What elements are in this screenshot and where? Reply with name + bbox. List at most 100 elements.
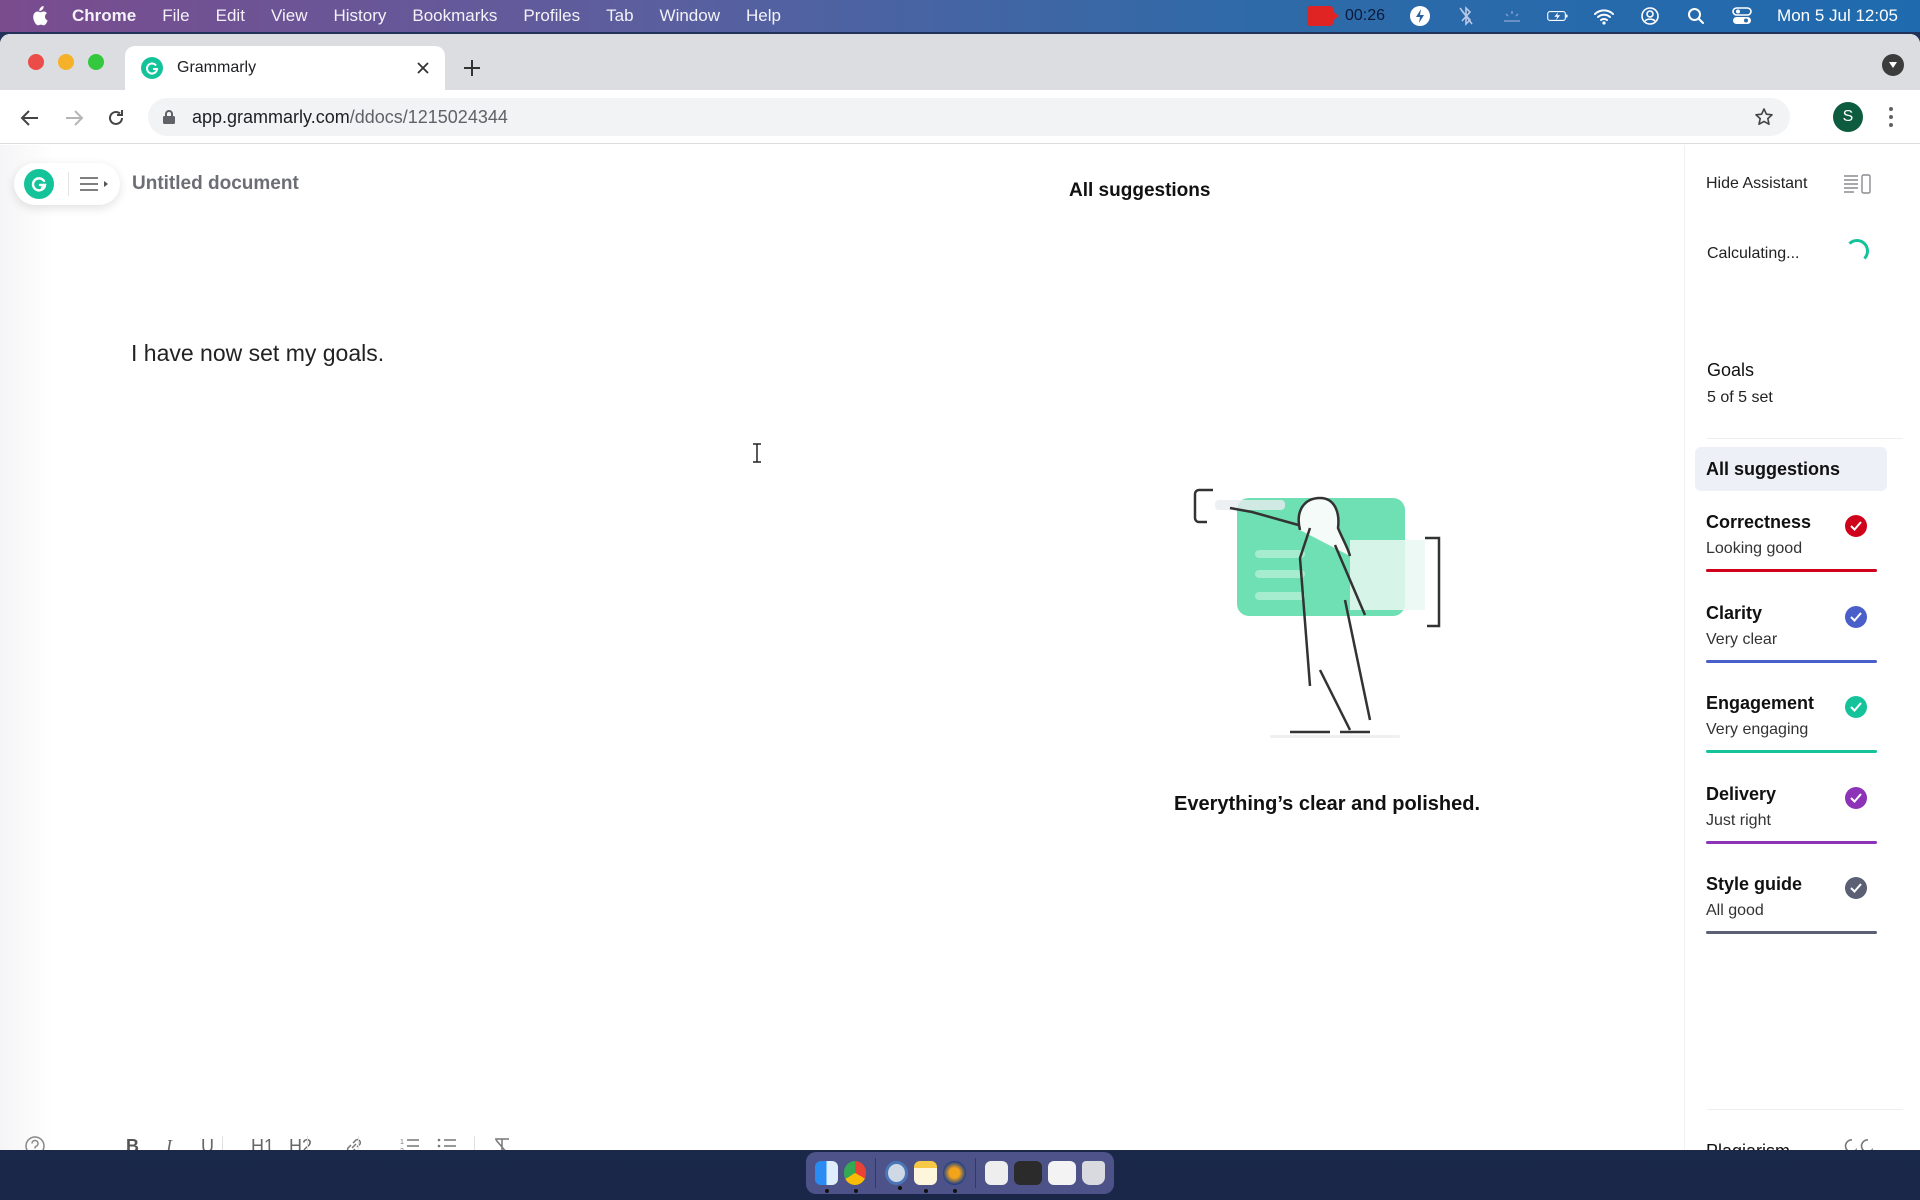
tab-search-button[interactable]: [1882, 54, 1904, 76]
category-correctness[interactable]: Correctness Looking good: [1706, 512, 1878, 602]
document-title[interactable]: Untitled document: [132, 173, 299, 195]
toolbar-divider: [307, 1136, 308, 1150]
tab-strip: Grammarly: [0, 34, 1920, 90]
menu-history[interactable]: History: [333, 6, 386, 26]
bullet-list-icon[interactable]: [437, 1132, 457, 1150]
reeder-icon[interactable]: [943, 1161, 966, 1193]
category-bar: [1706, 569, 1877, 572]
pill-divider: [68, 172, 69, 196]
menu-bar-tray: 00:26 Mon 5 Jul 12:05: [1306, 0, 1898, 32]
tab-grammarly[interactable]: Grammarly: [125, 46, 445, 90]
finder-icon[interactable]: [815, 1161, 838, 1193]
bolt-app-icon[interactable]: [1409, 5, 1431, 27]
category-bar: [1706, 841, 1877, 844]
category-status: Very engaging: [1706, 721, 1809, 738]
url-path: /ddocs/1215024344: [349, 106, 508, 127]
dock-divider: [875, 1158, 877, 1188]
notes-icon[interactable]: [914, 1161, 938, 1193]
url-text[interactable]: app.grammarly.com/ddocs/1215024344: [192, 107, 1752, 128]
bookmark-star-icon[interactable]: [1752, 105, 1776, 129]
menu-help[interactable]: Help: [746, 6, 781, 26]
trash-icon[interactable]: [1082, 1161, 1106, 1185]
plagiarism-button[interactable]: Plagiarism: [1706, 1141, 1790, 1150]
maximize-window-button[interactable]: [88, 54, 104, 70]
text-cursor-icon: [752, 443, 762, 469]
close-window-button[interactable]: [28, 54, 44, 70]
chrome-icon[interactable]: [843, 1161, 867, 1193]
loading-spinner-icon: [1845, 239, 1869, 263]
tab-title: Grammarly: [177, 59, 257, 76]
category-engagement[interactable]: Engagement Very engaging: [1706, 693, 1878, 783]
user-account-icon[interactable]: [1639, 5, 1661, 27]
check-icon: [1845, 515, 1867, 537]
bracket-right: [1425, 536, 1441, 628]
bold-button[interactable]: B: [126, 1132, 139, 1151]
chrome-window-preview-icon[interactable]: [1013, 1161, 1042, 1185]
wifi-icon[interactable]: [1593, 5, 1615, 27]
formatting-toolbar: B I U H1 H2 12: [0, 1126, 560, 1150]
svg-text:1: 1: [400, 1139, 404, 1146]
quote-marks-icon[interactable]: [1843, 1136, 1877, 1150]
category-clarity[interactable]: Clarity Very clear: [1706, 603, 1878, 693]
menu-profiles[interactable]: Profiles: [523, 6, 580, 26]
chrome-menu-icon[interactable]: [1882, 104, 1900, 130]
brightness-icon[interactable]: [1501, 5, 1523, 27]
chrome-window: Grammarly app.grammarly.com/ddocs/121502…: [0, 34, 1920, 1150]
help-icon[interactable]: [24, 1132, 46, 1150]
apple-menu-icon[interactable]: [28, 5, 50, 27]
address-bar[interactable]: app.grammarly.com/ddocs/1215024344: [148, 98, 1790, 136]
ordered-list-icon[interactable]: 12: [400, 1132, 420, 1150]
check-icon: [1845, 696, 1867, 718]
heading2-button[interactable]: H2: [289, 1132, 312, 1151]
hide-assistant-button[interactable]: Hide Assistant: [1706, 175, 1807, 193]
menu-view[interactable]: View: [271, 6, 308, 26]
category-delivery[interactable]: Delivery Just right: [1706, 784, 1878, 874]
grammarly-logo-icon[interactable]: [24, 169, 54, 199]
screen-recorder-icon: [1306, 6, 1339, 26]
1password-icon[interactable]: [885, 1161, 909, 1190]
category-status: Just right: [1706, 812, 1771, 829]
battery-charging-icon[interactable]: [1547, 5, 1569, 27]
goals-button[interactable]: Goals: [1707, 360, 1754, 381]
category-name: Delivery: [1706, 784, 1777, 804]
spotlight-search-icon[interactable]: [1685, 5, 1707, 27]
document-menu-icon[interactable]: [79, 175, 111, 193]
menu-edit[interactable]: Edit: [216, 6, 245, 26]
clear-format-icon[interactable]: [492, 1132, 512, 1150]
category-style-guide[interactable]: Style guide All good: [1706, 874, 1878, 964]
control-center-icon[interactable]: [1731, 5, 1753, 27]
menu-tab[interactable]: Tab: [606, 6, 633, 26]
underline-button[interactable]: U: [201, 1132, 214, 1151]
profile-avatar[interactable]: S: [1833, 102, 1863, 132]
grammarly-editor-page: Untitled document I have now set my goal…: [0, 145, 1920, 1150]
forward-button[interactable]: [60, 104, 88, 132]
bluetooth-off-icon[interactable]: [1455, 5, 1477, 27]
check-icon: [1845, 877, 1867, 899]
document-body-text[interactable]: I have now set my goals.: [131, 340, 384, 367]
menu-app-name[interactable]: Chrome: [72, 6, 136, 26]
app-window-preview-icon[interactable]: [1047, 1161, 1077, 1185]
minimize-window-button[interactable]: [58, 54, 74, 70]
all-suggestions-tab[interactable]: All suggestions: [1695, 447, 1887, 491]
new-tab-button[interactable]: [458, 54, 486, 82]
menu-bookmarks[interactable]: Bookmarks: [412, 6, 497, 26]
screen-recorder-status[interactable]: 00:26: [1306, 6, 1385, 26]
close-tab-icon[interactable]: [411, 56, 435, 80]
bracket-left: [1193, 488, 1213, 524]
back-button[interactable]: [16, 104, 44, 132]
menu-file[interactable]: File: [162, 6, 189, 26]
lock-icon[interactable]: [162, 109, 178, 125]
heading1-button[interactable]: H1: [251, 1132, 274, 1151]
document-preview-icon[interactable]: [984, 1161, 1008, 1185]
menu-window[interactable]: Window: [660, 6, 720, 26]
link-icon[interactable]: [344, 1132, 364, 1150]
svg-text:2: 2: [400, 1148, 404, 1150]
goals-status: 5 of 5 set: [1707, 389, 1773, 406]
menu-bar-clock[interactable]: Mon 5 Jul 12:05: [1777, 6, 1898, 26]
italic-button[interactable]: I: [166, 1132, 172, 1151]
category-name: Clarity: [1706, 603, 1763, 623]
hide-assistant-icon[interactable]: [1843, 173, 1873, 195]
macos-dock: [806, 1152, 1114, 1194]
reload-button[interactable]: [102, 104, 130, 132]
assistant-sidebar: Hide Assistant Calculating... Goals 5 of…: [1684, 145, 1920, 1150]
